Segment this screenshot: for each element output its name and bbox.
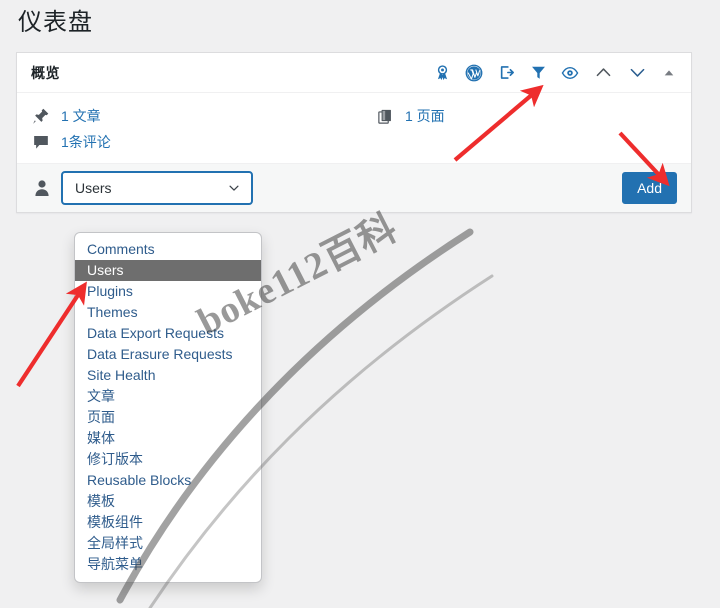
dropdown-option[interactable]: Comments <box>75 239 261 260</box>
wordpress-icon[interactable] <box>465 64 483 82</box>
eye-icon[interactable] <box>561 64 579 82</box>
stat-comments-label[interactable]: 1条评论 <box>61 132 111 152</box>
dropdown-option[interactable]: 页面 <box>75 407 261 428</box>
user-icon <box>31 177 53 199</box>
dropdown-option[interactable]: Plugins <box>75 281 261 302</box>
card-header: 概览 <box>17 53 691 93</box>
dropdown-option[interactable]: 模板 <box>75 491 261 512</box>
overview-card: 概览 1 文章 1 页面 1条评论 Users Add <box>16 52 692 213</box>
dropdown-option[interactable]: 媒体 <box>75 428 261 449</box>
dropdown-option[interactable]: Data Export Requests <box>75 323 261 344</box>
object-type-select[interactable]: Users <box>61 171 253 205</box>
card-title: 概览 <box>31 64 60 81</box>
filter-icon[interactable] <box>529 64 547 82</box>
dropdown-option[interactable]: 全局样式 <box>75 533 261 554</box>
stat-pages[interactable]: 1 页面 <box>375 103 445 129</box>
chevron-down-icon <box>227 181 241 195</box>
dropdown-option[interactable]: Reusable Blocks <box>75 470 261 491</box>
stat-pages-label[interactable]: 1 页面 <box>405 106 445 126</box>
stats-block: 1 文章 1 页面 1条评论 <box>17 93 691 164</box>
triangle-up-icon[interactable] <box>661 64 677 82</box>
dropdown-option[interactable]: Users <box>75 260 261 281</box>
pages-icon <box>375 106 395 126</box>
pin-icon <box>31 106 51 126</box>
add-button[interactable]: Add <box>622 172 677 204</box>
select-row: Users Add <box>17 164 691 212</box>
arrow-to-dropdown-options <box>16 281 87 388</box>
dropdown-option[interactable]: Site Health <box>75 365 261 386</box>
chevron-up-icon[interactable] <box>593 64 613 82</box>
chevron-down-icon[interactable] <box>627 64 647 82</box>
award-icon[interactable] <box>433 64 451 82</box>
dropdown-option[interactable]: 修订版本 <box>75 449 261 470</box>
stats-row-1: 1 文章 1 页面 <box>31 103 677 129</box>
stats-row-2: 1条评论 <box>31 129 677 155</box>
dropdown-option[interactable]: 导航菜单 <box>75 554 261 575</box>
dropdown-option[interactable]: 模板组件 <box>75 512 261 533</box>
stat-posts[interactable]: 1 文章 <box>31 103 375 129</box>
card-header-icons <box>433 64 679 82</box>
dropdown-option[interactable]: 文章 <box>75 386 261 407</box>
object-type-dropdown[interactable]: Comments Users Plugins Themes Data Export Re… <box>74 232 262 583</box>
stat-comments[interactable]: 1条评论 <box>31 129 375 155</box>
dropdown-option[interactable]: Data Erasure Requests <box>75 344 261 365</box>
page-title: 仪表盘 <box>18 9 93 36</box>
dropdown-option[interactable]: Themes <box>75 302 261 323</box>
comment-icon <box>31 132 51 152</box>
logout-icon[interactable] <box>497 64 515 82</box>
stat-posts-label[interactable]: 1 文章 <box>61 106 101 126</box>
object-type-select-value: Users <box>75 180 112 196</box>
